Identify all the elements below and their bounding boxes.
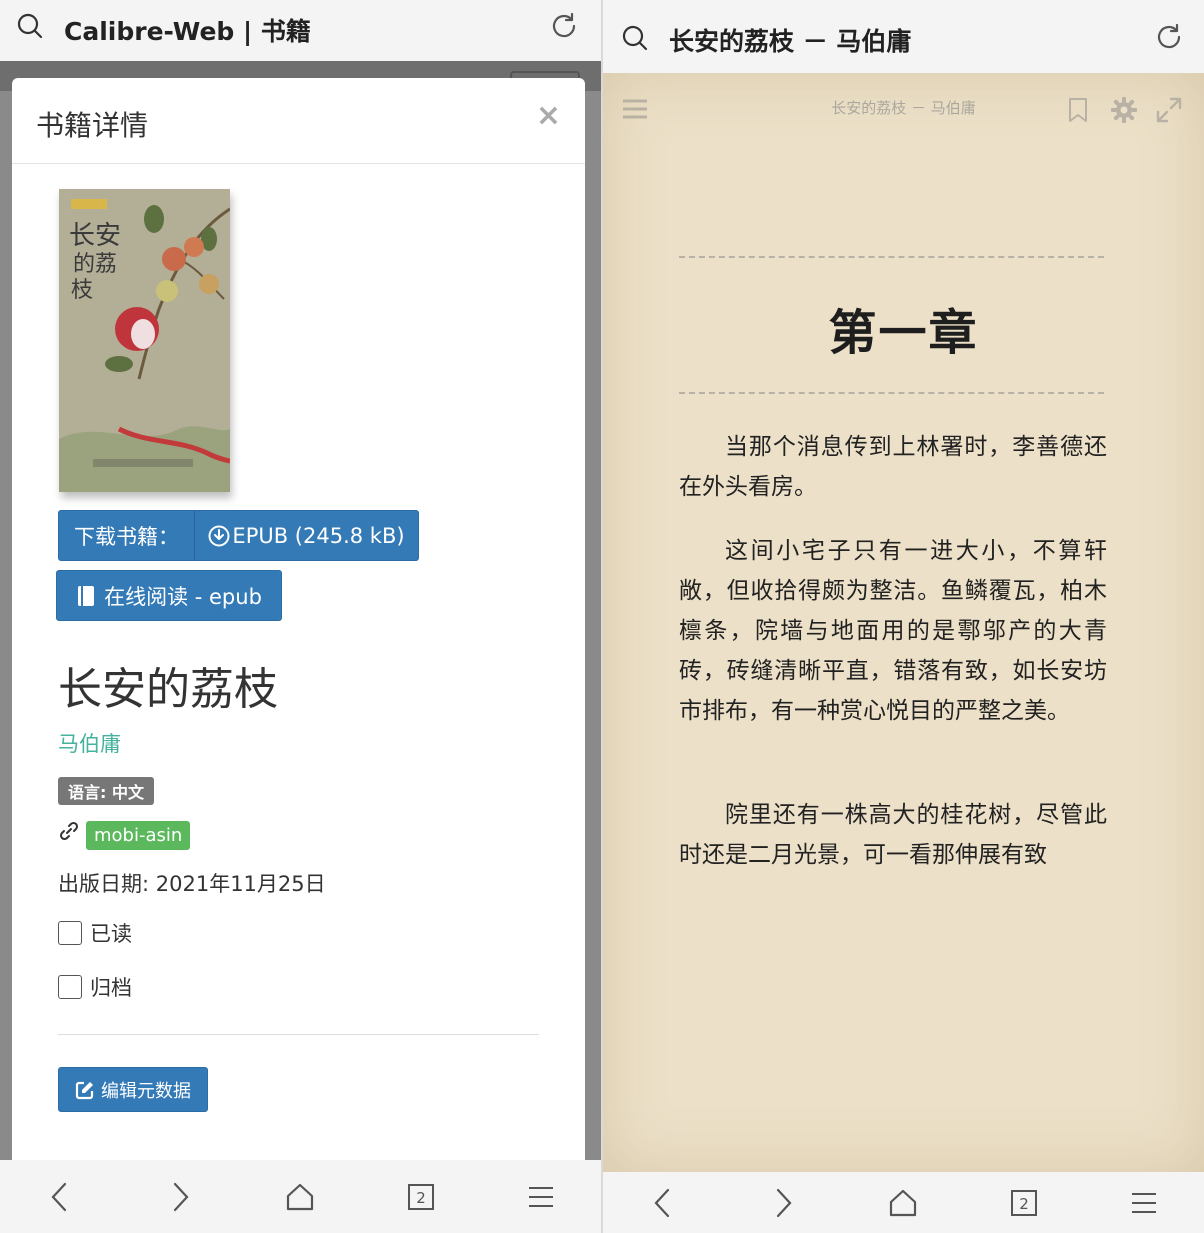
modal-title: 书籍详情 [36, 109, 149, 142]
close-icon[interactable]: × [536, 98, 561, 133]
menu-icon[interactable] [521, 1177, 561, 1217]
page-title[interactable]: Calibre-Web | 书籍 [64, 12, 311, 48]
download-epub-button[interactable]: EPUB (245.8 kB) [195, 511, 418, 560]
svg-text:的荔: 的荔 [73, 252, 117, 277]
home-icon[interactable] [280, 1177, 320, 1217]
paragraph: 院里还有一株高大的桂花树，尽管此时还是二月光景，可一看那伸展有致 [679, 802, 1107, 868]
link-icon [59, 821, 79, 841]
divider [58, 1034, 539, 1035]
book-icon [78, 585, 95, 606]
download-button-group: 下载书籍： EPUB (245.8 kB) [58, 510, 419, 561]
page-title[interactable]: 长安的荔枝 － 马伯庸 [669, 22, 911, 58]
address-bar[interactable]: Calibre-Web | 书籍 [0, 0, 601, 61]
author-link[interactable]: 马伯庸 [58, 728, 121, 758]
archive-checkbox[interactable] [58, 975, 82, 999]
address-bar[interactable]: 长安的荔枝 － 马伯庸 [603, 0, 1204, 73]
archive-checkbox-row[interactable]: 归档 [58, 972, 132, 1002]
back-icon[interactable] [40, 1177, 80, 1217]
search-icon[interactable] [621, 24, 649, 52]
book-details-modal: 书籍详情 × 长安 的荔 枝 下载书籍： EPUB (245.8 kB) 在线阅… [12, 78, 585, 1168]
right-browser-pane: 长安的荔枝 － 马伯庸 长安的荔枝 － 马伯庸 第一章 当那个消息传到上林署时，… [603, 0, 1204, 1233]
edit-icon [75, 1081, 94, 1099]
read-checkbox[interactable] [58, 921, 82, 945]
read-checkbox-label: 已读 [90, 922, 132, 946]
tabs-icon[interactable]: 2 [1004, 1183, 1044, 1223]
paragraph: 这间小宅子只有一进大小，不算轩敞，但收拾得颇为整洁。鱼鳞覆瓦，柏木檩条，院墙与地… [679, 538, 1107, 724]
reload-icon[interactable] [549, 11, 579, 41]
home-icon[interactable] [883, 1183, 923, 1223]
read-checkbox-row[interactable]: 已读 [58, 918, 132, 948]
forward-icon[interactable] [160, 1177, 200, 1217]
svg-text:长安: 长安 [69, 221, 121, 251]
read-online-button[interactable]: 在线阅读 - epub [56, 570, 282, 621]
bottom-navigation: 2 [603, 1172, 1204, 1233]
language-badge: 语言: 中文 [58, 777, 154, 805]
menu-icon[interactable] [1124, 1183, 1164, 1223]
edit-metadata-label: 编辑元数据 [101, 1080, 191, 1102]
chapter-rule-top [679, 256, 1104, 258]
bookmark-icon[interactable] [1067, 97, 1089, 123]
tabs-count: 2 [416, 1189, 426, 1207]
chapter-title: 第一章 [828, 305, 979, 361]
download-label: 下载书籍： [59, 511, 195, 560]
left-browser-pane: Calibre-Web | 书籍 书籍详情 × 长安 的荔 枝 下载书籍： EP… [0, 0, 601, 1233]
modal-header: 书籍详情 × [12, 78, 585, 164]
publish-date: 出版日期: 2021年11月25日 [58, 872, 326, 896]
book-cover-image: 长安 的荔 枝 [59, 189, 230, 492]
epub-reader[interactable]: 长安的荔枝 － 马伯庸 第一章 当那个消息传到上林署时，李善德还在外头看房。 这… [603, 73, 1204, 1172]
bottom-navigation: 2 [0, 1160, 601, 1233]
download-icon [208, 525, 230, 546]
svg-text:枝: 枝 [71, 278, 93, 303]
chapter-rule-bottom [679, 392, 1104, 394]
forward-icon[interactable] [763, 1183, 803, 1223]
read-online-label: 在线阅读 - epub [104, 584, 262, 609]
expand-icon[interactable] [1156, 97, 1182, 123]
gear-icon[interactable] [1111, 97, 1137, 123]
paragraph: 当那个消息传到上林署时，李善德还在外头看房。 [679, 434, 1107, 500]
back-icon[interactable] [643, 1183, 683, 1223]
identifier-badge[interactable]: mobi-asin [86, 821, 191, 850]
reader-toolbar: 长安的荔枝 － 马伯庸 [603, 73, 1204, 148]
tabs-count: 2 [1019, 1195, 1029, 1213]
search-icon[interactable] [16, 12, 44, 40]
book-title: 长安的荔枝 [58, 664, 278, 715]
download-epub-label: EPUB (245.8 kB) [232, 523, 405, 548]
reload-icon[interactable] [1154, 22, 1184, 52]
tabs-icon[interactable]: 2 [401, 1177, 441, 1217]
archive-checkbox-label: 归档 [90, 976, 132, 1000]
edit-metadata-button[interactable]: 编辑元数据 [58, 1067, 208, 1112]
